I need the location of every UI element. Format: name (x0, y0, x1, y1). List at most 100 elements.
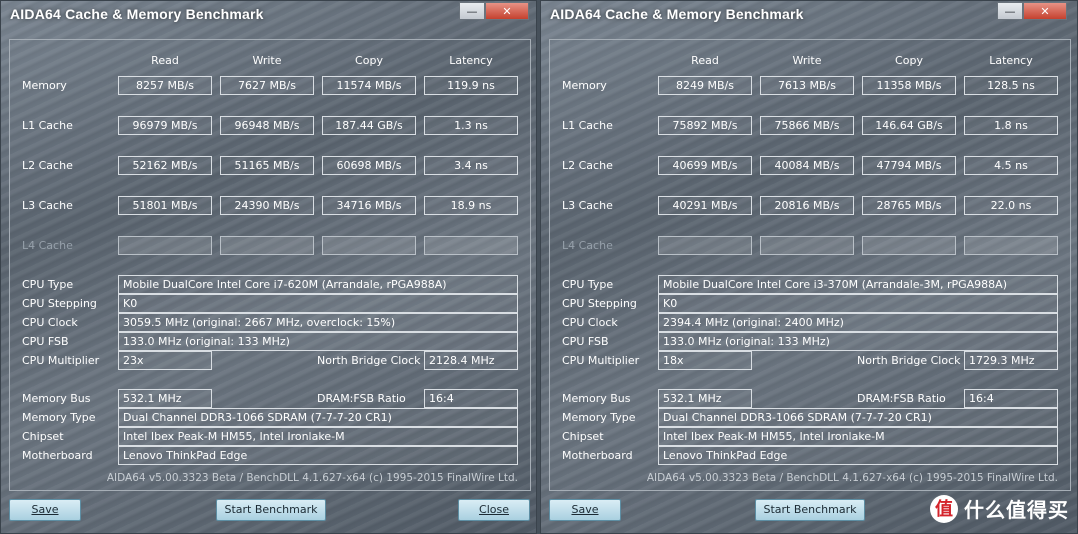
l1-copy: 187.44 GB/s (322, 116, 416, 135)
l4-write (220, 236, 314, 255)
l4-write (760, 236, 854, 255)
minimize-icon[interactable]: — (459, 2, 485, 20)
label-chipset: Chipset (22, 430, 64, 443)
start-benchmark-button[interactable]: Start Benchmark (755, 499, 865, 521)
label-chipset: Chipset (562, 430, 604, 443)
l1-latency: 1.3 ns (424, 116, 518, 135)
l2-read: 52162 MB/s (118, 156, 212, 175)
l2-latency: 4.5 ns (964, 156, 1058, 175)
label-cpu-multiplier: CPU Multiplier (562, 354, 640, 367)
value-cpu-fsb: 133.0 MHz (original: 133 MHz) (118, 332, 518, 351)
column-header-latency: Latency (449, 54, 493, 67)
l3-latency: 22.0 ns (964, 196, 1058, 215)
value-memory-bus: 532.1 MHz (658, 389, 752, 408)
memory-read: 8257 MB/s (118, 76, 212, 95)
memory-copy: 11574 MB/s (322, 76, 416, 95)
row-label-memory: Memory (22, 79, 67, 92)
l2-copy: 60698 MB/s (322, 156, 416, 175)
value-cpu-type: Mobile DualCore Intel Core i3-370M (Arra… (658, 275, 1058, 294)
column-header-latency: Latency (989, 54, 1033, 67)
label-cpu-clock: CPU Clock (562, 316, 618, 329)
label-cpu-type: CPU Type (22, 278, 74, 291)
l2-latency: 3.4 ns (424, 156, 518, 175)
value-motherboard: Lenovo ThinkPad Edge (658, 446, 1058, 465)
value-memory-type: Dual Channel DDR3-1066 SDRAM (7-7-7-20 C… (118, 408, 518, 427)
l3-copy: 28765 MB/s (862, 196, 956, 215)
label-dram-fsb-ratio: DRAM:FSB Ratio (857, 392, 946, 405)
results-panel: Read Write Copy Latency Memory 8249 MB/s… (549, 39, 1071, 491)
row-label-memory: Memory (562, 79, 607, 92)
label-cpu-stepping: CPU Stepping (562, 297, 637, 310)
memory-copy: 11358 MB/s (862, 76, 956, 95)
l4-latency (424, 236, 518, 255)
value-chipset: Intel Ibex Peak-M HM55, Intel Ironlake-M (658, 427, 1058, 446)
l1-read: 75892 MB/s (658, 116, 752, 135)
value-cpu-type: Mobile DualCore Intel Core i7-620M (Arra… (118, 275, 518, 294)
memory-write: 7627 MB/s (220, 76, 314, 95)
save-button[interactable]: Save (549, 499, 621, 521)
l1-latency: 1.8 ns (964, 116, 1058, 135)
row-label-l2-cache: L2 Cache (22, 159, 73, 172)
start-benchmark-button[interactable]: Start Benchmark (216, 499, 326, 521)
value-north-bridge-clock: 2128.4 MHz (424, 351, 518, 370)
label-dram-fsb-ratio: DRAM:FSB Ratio (317, 392, 406, 405)
label-cpu-multiplier: CPU Multiplier (22, 354, 100, 367)
title-bar[interactable]: AIDA64 Cache & Memory Benchmark — ✕ (541, 1, 1077, 27)
title-bar[interactable]: AIDA64 Cache & Memory Benchmark — ✕ (1, 1, 536, 27)
l3-copy: 34716 MB/s (322, 196, 416, 215)
save-button[interactable]: Save (9, 499, 81, 521)
row-label-l3-cache: L3 Cache (562, 199, 613, 212)
l4-read (118, 236, 212, 255)
column-header-copy: Copy (355, 54, 383, 67)
minimize-icon[interactable]: — (997, 2, 1023, 20)
window-controls: — ✕ (997, 2, 1067, 20)
watermark: 值 什么值得买 (930, 494, 1069, 523)
l1-write: 96948 MB/s (220, 116, 314, 135)
row-label-l4-cache: L4 Cache (562, 239, 613, 252)
value-memory-bus: 532.1 MHz (118, 389, 212, 408)
column-header-read: Read (691, 54, 719, 67)
close-button[interactable]: Close (458, 499, 530, 521)
label-motherboard: Motherboard (22, 449, 93, 462)
value-north-bridge-clock: 1729.3 MHz (964, 351, 1058, 370)
column-header-write: Write (252, 54, 282, 67)
row-label-l3-cache: L3 Cache (22, 199, 73, 212)
value-cpu-clock: 3059.5 MHz (original: 2667 MHz, overcloc… (118, 313, 518, 332)
l1-read: 96979 MB/s (118, 116, 212, 135)
l3-read: 51801 MB/s (118, 196, 212, 215)
value-cpu-stepping: K0 (118, 294, 518, 313)
label-cpu-fsb: CPU FSB (22, 335, 69, 348)
value-cpu-stepping: K0 (658, 294, 1058, 313)
memory-write: 7613 MB/s (760, 76, 854, 95)
row-label-l2-cache: L2 Cache (562, 159, 613, 172)
benchmark-window-left: AIDA64 Cache & Memory Benchmark — ✕ Read… (0, 0, 537, 534)
row-label-l4-cache: L4 Cache (22, 239, 73, 252)
l2-write: 40084 MB/s (760, 156, 854, 175)
window-title: AIDA64 Cache & Memory Benchmark (550, 6, 804, 22)
column-header-copy: Copy (895, 54, 923, 67)
value-motherboard: Lenovo ThinkPad Edge (118, 446, 518, 465)
l3-write: 24390 MB/s (220, 196, 314, 215)
column-header-read: Read (151, 54, 179, 67)
l3-write: 20816 MB/s (760, 196, 854, 215)
value-cpu-multiplier: 23x (118, 351, 212, 370)
copyright-note: AIDA64 v5.00.3323 Beta / BenchDLL 4.1.62… (106, 472, 518, 484)
l4-read (658, 236, 752, 255)
label-north-bridge-clock: North Bridge Clock (857, 354, 961, 367)
copyright-note: AIDA64 v5.00.3323 Beta / BenchDLL 4.1.62… (646, 472, 1058, 484)
value-chipset: Intel Ibex Peak-M HM55, Intel Ironlake-M (118, 427, 518, 446)
l4-copy (862, 236, 956, 255)
value-dram-fsb-ratio: 16:4 (424, 389, 518, 408)
close-icon[interactable]: ✕ (485, 2, 529, 20)
close-icon[interactable]: ✕ (1023, 2, 1067, 20)
benchmark-window-right: AIDA64 Cache & Memory Benchmark — ✕ Read… (540, 0, 1078, 534)
label-motherboard: Motherboard (562, 449, 633, 462)
label-cpu-type: CPU Type (562, 278, 614, 291)
label-memory-type: Memory Type (562, 411, 636, 424)
watermark-logo-icon: 值 (930, 494, 958, 523)
value-dram-fsb-ratio: 16:4 (964, 389, 1058, 408)
label-cpu-clock: CPU Clock (22, 316, 78, 329)
label-cpu-fsb: CPU FSB (562, 335, 609, 348)
value-cpu-clock: 2394.4 MHz (original: 2400 MHz) (658, 313, 1058, 332)
value-memory-type: Dual Channel DDR3-1066 SDRAM (7-7-7-20 C… (658, 408, 1058, 427)
